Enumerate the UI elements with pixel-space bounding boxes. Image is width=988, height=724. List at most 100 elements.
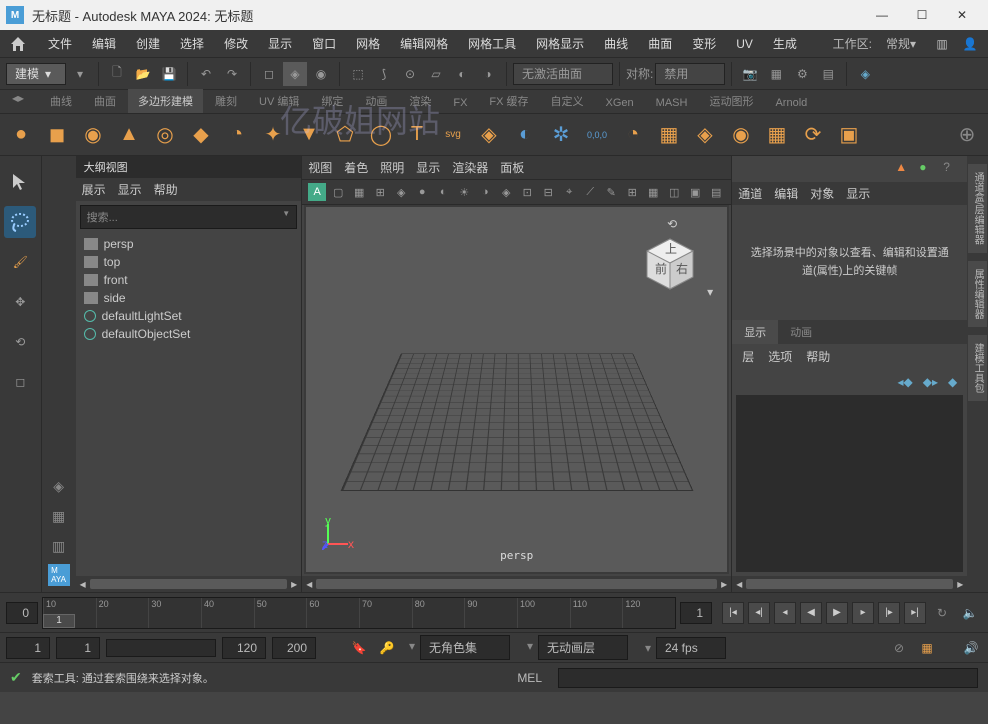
move-tool-icon[interactable]: ✥ [4, 286, 36, 318]
vp-14-icon[interactable]: ⊡ [518, 183, 536, 201]
menu-deform[interactable]: 变形 [682, 32, 726, 56]
layout-single-icon[interactable]: ◈ [47, 474, 71, 498]
range-start-field[interactable]: 1 [6, 637, 50, 659]
bridge-icon[interactable]: ▣ [834, 120, 864, 150]
cube-arrow-icon[interactable]: ▾ [707, 285, 713, 299]
vp-16-icon[interactable]: ⌖ [560, 183, 578, 201]
tree-item-front[interactable]: front [84, 271, 294, 289]
shelf-tab-surfaces[interactable]: 曲面 [84, 89, 126, 113]
smooth-icon[interactable]: ◈ [690, 120, 720, 150]
menu-window[interactable]: 窗口 [302, 32, 346, 56]
poly-type-icon[interactable]: T [402, 120, 432, 150]
signin-icon[interactable]: 👤 [958, 32, 982, 56]
dock-tab-attributes[interactable]: 属性编辑器 [968, 261, 987, 327]
svg-icon[interactable]: svg [438, 120, 468, 150]
range-end-field[interactable]: 200 [272, 637, 316, 659]
menu-edit[interactable]: 编辑 [82, 32, 126, 56]
layout-outliner-icon[interactable]: ▥ [47, 534, 71, 558]
bevel-icon[interactable]: ⟳ [798, 120, 828, 150]
tab-display-layer[interactable]: 显示 [732, 320, 778, 344]
dock-tab-modelingtk[interactable]: 建模工具包 [968, 335, 987, 401]
range-icon-2[interactable]: ▦ [916, 637, 938, 659]
shelf-tab-animation[interactable]: 动画 [355, 89, 397, 113]
vp-18-icon[interactable]: ✎ [602, 183, 620, 201]
poly-cylinder-icon[interactable]: ◉ [78, 120, 108, 150]
step-forward-key-icon[interactable]: |▸ [878, 602, 900, 624]
select-lasso-icon[interactable]: ◈ [283, 62, 307, 86]
viewport-menu-panels[interactable]: 面板 [500, 159, 524, 176]
sidebar-toggle-icon[interactable]: ▥ [930, 32, 954, 56]
anim-layer-dropdown[interactable]: 无动画层 [538, 635, 628, 660]
select-tool-icon[interactable] [4, 166, 36, 198]
home-icon[interactable] [6, 32, 30, 56]
vp-gate-icon[interactable]: ⊞ [371, 183, 389, 201]
outliner-menu-help[interactable]: 帮助 [154, 181, 178, 198]
range-max-field[interactable]: 120 [222, 637, 266, 659]
shelf-tab-curves[interactable]: 曲线 [40, 89, 82, 113]
cb-menu-display[interactable]: 显示 [846, 185, 870, 202]
outliner-search[interactable]: 搜索... [80, 205, 298, 229]
lasso-tool-icon[interactable] [4, 206, 36, 238]
layout-four-icon[interactable]: ▦ [47, 504, 71, 528]
poly-pipe-icon[interactable]: ◯ [366, 120, 396, 150]
cb-menu-edit[interactable]: 编辑 [774, 185, 798, 202]
vp-17-icon[interactable]: ⟋ [581, 183, 599, 201]
timeline-ruler[interactable]: 10 20 30 40 50 60 70 80 90 100 110 120 1 [42, 597, 676, 629]
vp-wireframe-icon[interactable]: ◈ [392, 183, 410, 201]
arrow-down-icon[interactable]: ▾ [68, 62, 92, 86]
goto-start-icon[interactable]: |◂ [722, 602, 744, 624]
viewport-menu-display[interactable]: 显示 [416, 159, 440, 176]
tree-item-top[interactable]: top [84, 253, 294, 271]
layer-menu-layers[interactable]: 层 [742, 348, 754, 365]
toggle-panel-icon[interactable]: ◈ [853, 62, 877, 86]
shelf-tab-motion[interactable]: 运动图形 [699, 89, 763, 113]
command-line[interactable] [558, 668, 978, 688]
vp-textured-icon[interactable]: ◐ [434, 183, 452, 201]
outliner-tree[interactable]: persp top front side defaultLightSet def… [76, 233, 302, 576]
viewport-menu-view[interactable]: 视图 [308, 159, 332, 176]
poly-cube-icon[interactable]: ◼ [42, 120, 72, 150]
viewport-canvas[interactable]: yxz persp 前 右 上 ⟲ ▾ [304, 205, 729, 574]
set-key-icon[interactable]: 🔖 [348, 637, 370, 659]
render-settings-icon[interactable]: ⚙ [790, 62, 814, 86]
range-min-field[interactable]: 1 [56, 637, 100, 659]
viewport-menu-renderer[interactable]: 渲染器 [452, 159, 488, 176]
snap-plane-icon[interactable]: ▱ [424, 62, 448, 86]
menu-select[interactable]: 选择 [170, 32, 214, 56]
tree-item-persp[interactable]: persp [84, 235, 294, 253]
timeline-end-field[interactable]: 1 [680, 602, 712, 624]
poly-cone-icon[interactable]: ▲ [114, 120, 144, 150]
vp-select-camera-icon[interactable]: A [308, 183, 326, 201]
shelf-tab-fx[interactable]: FX [443, 93, 477, 113]
channelbox-scrollbar[interactable]: ◂▸ [732, 576, 967, 592]
poly-disc-icon[interactable]: ◔ [222, 120, 252, 150]
panel-layout-icon[interactable]: ▤ [816, 62, 840, 86]
poly-plane-icon[interactable]: ◆ [186, 120, 216, 150]
shelf-tab-render[interactable]: 渲染 [399, 89, 441, 113]
maya-logo-icon[interactable]: MAYA [48, 564, 70, 586]
menu-uv[interactable]: UV [726, 32, 763, 56]
menu-file[interactable]: 文件 [38, 32, 82, 56]
poly-superellipse-icon[interactable]: ◈ [474, 120, 504, 150]
vp-isolate-icon[interactable]: ▢ [329, 183, 347, 201]
viewport-menu-shading[interactable]: 着色 [344, 159, 368, 176]
poly-pyramid-icon[interactable]: ▼ [294, 120, 324, 150]
timeline-playhead[interactable]: 1 [43, 614, 75, 628]
menu-edit-mesh[interactable]: 编辑网格 [390, 32, 458, 56]
menu-mesh-tools[interactable]: 网格工具 [458, 32, 526, 56]
shelf-options-icon[interactable]: ⊕ [952, 120, 982, 150]
new-scene-icon[interactable]: 🗋 [105, 62, 129, 86]
cb-menu-channels[interactable]: 通道 [738, 185, 762, 202]
undo-icon[interactable]: ↶ [194, 62, 218, 86]
shelf-tab-uv[interactable]: UV 编辑 [249, 89, 309, 113]
shelf-nav-icon[interactable]: ◂▸ [12, 91, 34, 113]
menu-display[interactable]: 显示 [258, 32, 302, 56]
shelf-tab-rigging[interactable]: 绑定 [311, 89, 353, 113]
minimize-button[interactable]: — [862, 0, 902, 30]
dock-tab-channelbox[interactable]: 通道盒/层编辑器 [968, 164, 987, 253]
cb-icon-3[interactable]: ? [943, 160, 961, 178]
scale-tool-icon[interactable]: ◻ [4, 366, 36, 398]
menu-surfaces[interactable]: 曲面 [638, 32, 682, 56]
shelf-tab-sculpt[interactable]: 雕刻 [205, 89, 247, 113]
step-back-icon[interactable]: ◂ [774, 602, 796, 624]
